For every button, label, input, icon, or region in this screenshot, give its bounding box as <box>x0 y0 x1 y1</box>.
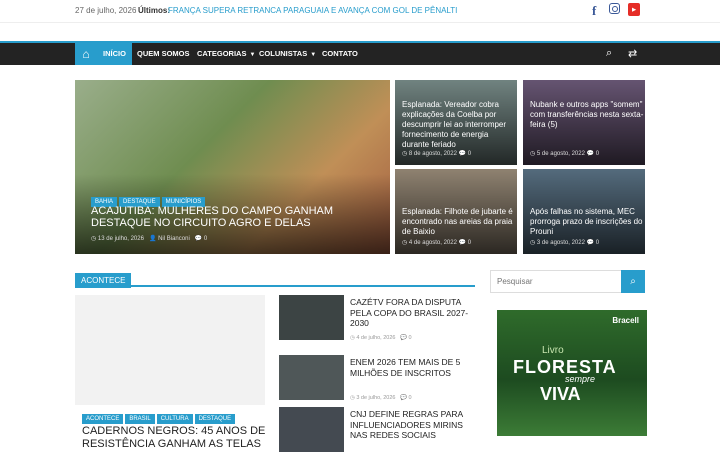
featured-image[interactable] <box>75 295 265 405</box>
search-icon[interactable]: ⌕ <box>606 47 612 60</box>
top-bar: 27 de julho, 2026 Últimos: FRANÇA SUPERA… <box>0 0 720 22</box>
side-meta: ◷ 3 de julho, 2026 💬 0 <box>350 395 412 401</box>
card-meta: ◷ 3 de agosto, 2022 💬 0 <box>530 240 600 246</box>
youtube-icon[interactable]: ▶ <box>628 3 640 16</box>
thumbnail[interactable] <box>279 407 344 452</box>
hero-date: 13 de julho, 2026 <box>97 236 144 242</box>
nav-label: CONTATO <box>322 49 358 58</box>
side-meta: ◷ 4 de julho, 2026 💬 0 <box>350 335 412 341</box>
ad-brand: Bracell <box>612 316 639 325</box>
featured-title[interactable]: CADERNOS NEGROS: 45 ANOS DE RESISTÊNCIA … <box>82 425 270 451</box>
tag[interactable]: ACONTECE <box>82 414 124 424</box>
section-header: ACONTECE <box>75 270 475 288</box>
side-news-item[interactable]: CAZÉTV FORA DA DISPUTA PELA COPA DO BRAS… <box>279 295 475 341</box>
search-input[interactable] <box>497 277 617 286</box>
home-icon[interactable]: ⌂ <box>75 43 97 65</box>
card-meta: ◷ 8 de agosto, 2022 💬 0 <box>402 151 472 157</box>
hero-title[interactable]: ACAJUTIBA: MULHERES DO CAMPO GANHAM DEST… <box>91 205 390 229</box>
card-title[interactable]: Após falhas no sistema, MEC prorroga pra… <box>530 207 644 237</box>
search-button[interactable]: ⌕ <box>621 270 645 293</box>
nav-colunistas[interactable]: COLUNISTAS ▼ <box>253 43 322 65</box>
facebook-icon[interactable]: f <box>592 3 596 19</box>
ad-line: VIVA <box>540 384 581 404</box>
ad-line: Livro <box>542 345 564 356</box>
card-meta: ◷ 4 de agosto, 2022 💬 0 <box>402 240 472 246</box>
tag[interactable]: DESTAQUE <box>194 414 236 424</box>
news-card[interactable]: Após falhas no sistema, MEC prorroga pra… <box>523 169 645 254</box>
hero-article[interactable]: BAHIA DESTAQUE MUNICÍPIOS ACAJUTIBA: MULHE… <box>75 80 390 254</box>
current-date: 27 de julho, 2026 <box>75 6 137 15</box>
latest-label: Últimos: <box>138 6 170 15</box>
thumbnail[interactable] <box>279 295 344 340</box>
hero-comments[interactable]: 0 <box>204 236 207 242</box>
news-card[interactable]: Esplanada: Filhote de jubarte é encontra… <box>395 169 517 254</box>
side-news-item[interactable]: ENEM 2026 TEM MAIS DE 5 MILHÕES DE INSCR… <box>279 355 475 401</box>
tag[interactable]: CULTURA <box>156 414 193 424</box>
main-nav: ⌂ INÍCIO QUEM SOMOS CATEGORIAS ▼ COLUNIST… <box>0 43 720 65</box>
search-box: ⌕ <box>490 270 645 293</box>
thumbnail[interactable] <box>279 355 344 400</box>
ad-line: sempre <box>565 374 596 384</box>
nav-label: QUEM SOMOS <box>137 49 190 58</box>
instagram-icon[interactable] <box>609 3 620 14</box>
latest-news-ticker[interactable]: FRANÇA SUPERA RETRANCA PARAGUAIA E AVANÇ… <box>168 6 457 15</box>
nav-label: CATEGORIAS <box>197 49 247 58</box>
nav-inicio[interactable]: INÍCIO <box>97 43 132 65</box>
featured-tags: ACONTECE BRASIL CULTURA DESTAQUE <box>82 407 237 425</box>
advertisement[interactable]: Bracell Livro FLORESTA sempre VIVA <box>497 310 647 436</box>
hero-meta: ◷ 13 de julho, 2026 👤 Nil Bianconi 💬 0 <box>91 236 208 242</box>
nav-contato[interactable]: CONTATO <box>316 43 364 65</box>
card-meta: ◷ 5 de agosto, 2022 💬 0 <box>530 151 600 157</box>
section-title: ACONTECE <box>75 273 132 288</box>
side-title[interactable]: CAZÉTV FORA DA DISPUTA PELA COPA DO BRAS… <box>350 297 475 329</box>
news-card[interactable]: Nubank e outros apps "somem" com transfe… <box>523 80 645 165</box>
header-divider <box>0 22 720 23</box>
card-title[interactable]: Esplanada: Vereador cobra explicações da… <box>402 100 516 150</box>
news-card[interactable]: Esplanada: Vereador cobra explicações da… <box>395 80 517 165</box>
tag[interactable]: BRASIL <box>125 414 155 424</box>
hero-author[interactable]: Nil Bianconi <box>158 236 190 242</box>
side-news-item[interactable]: CNJ DEFINE REGRAS PARA INFLUENCIADORES M… <box>279 407 475 452</box>
card-title[interactable]: Esplanada: Filhote de jubarte é encontra… <box>402 207 516 237</box>
nav-categorias[interactable]: CATEGORIAS ▼ <box>191 43 261 65</box>
card-title[interactable]: Nubank e outros apps "somem" com transfe… <box>530 100 644 130</box>
shuffle-icon[interactable]: ⇄ <box>628 47 637 60</box>
nav-quem-somos[interactable]: QUEM SOMOS <box>131 43 196 65</box>
nav-label: COLUNISTAS <box>259 49 308 58</box>
side-title[interactable]: CNJ DEFINE REGRAS PARA INFLUENCIADORES M… <box>350 409 475 441</box>
side-title[interactable]: ENEM 2026 TEM MAIS DE 5 MILHÕES DE INSCR… <box>350 357 475 378</box>
